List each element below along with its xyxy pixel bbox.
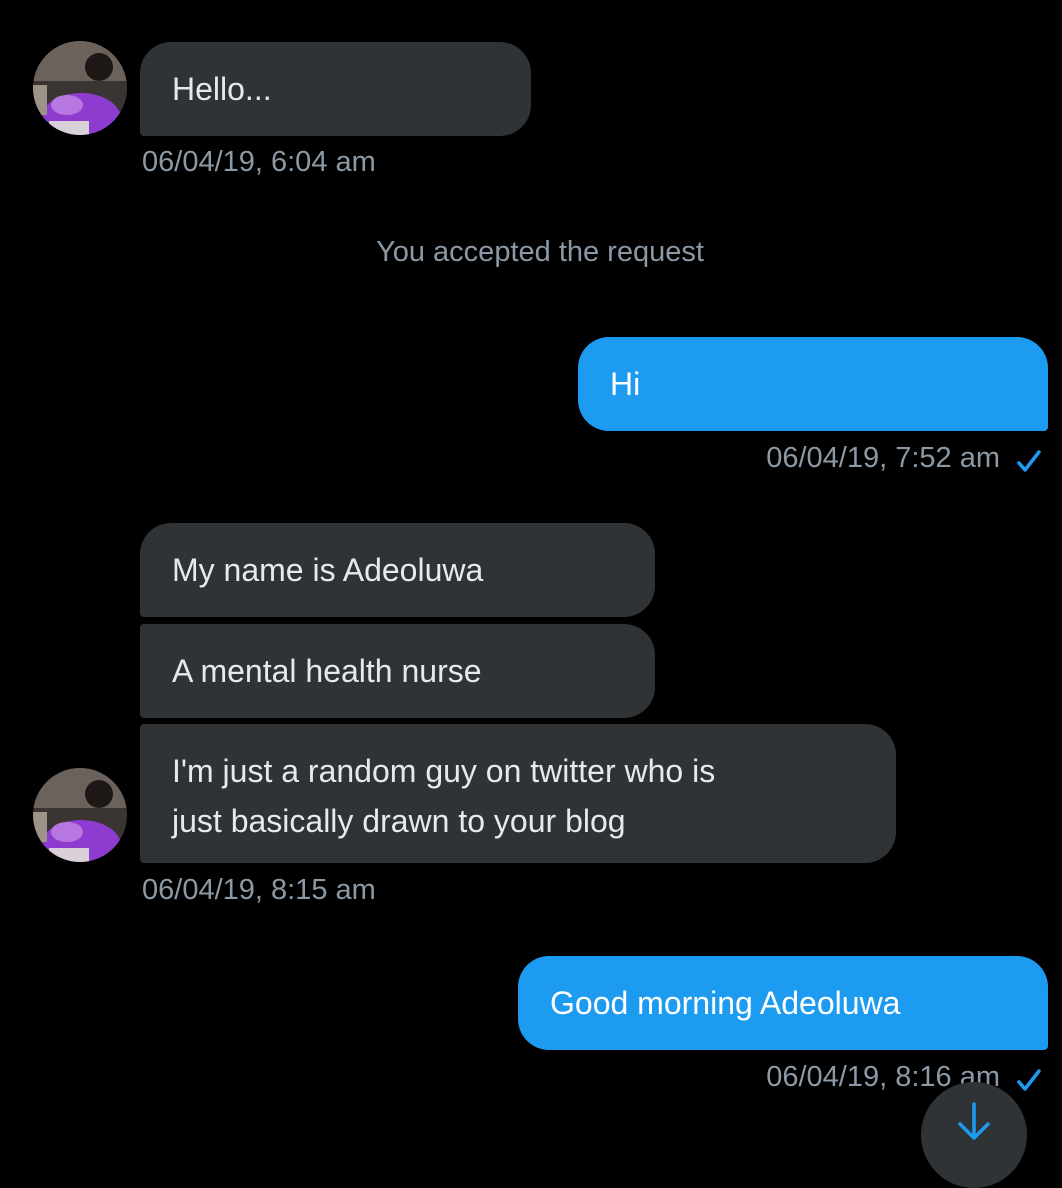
scroll-to-bottom-button[interactable] [921, 1082, 1027, 1188]
check-icon [1017, 1069, 1041, 1091]
arrow-down-icon [958, 1102, 990, 1140]
avatar[interactable] [33, 768, 127, 862]
message-bubble[interactable]: I'm just a random guy on twitter who is … [140, 724, 896, 863]
avatar[interactable] [33, 41, 127, 135]
conversation: Hello... 06/04/19, 6:04 am You accepted … [0, 0, 1062, 1188]
message-bubble[interactable]: Good morning Adeoluwa [518, 956, 1048, 1050]
message-bubble[interactable]: Hi [578, 337, 1048, 431]
check-icon [1017, 450, 1041, 472]
avatar-image [33, 768, 127, 862]
message-text: Hi [610, 366, 641, 402]
message-text: Good morning Adeoluwa [550, 985, 901, 1021]
system-message: You accepted the request [376, 236, 704, 268]
message-text: I'm just a random guy on twitter who is … [172, 753, 716, 839]
message-bubble[interactable]: A mental health nurse [140, 624, 655, 718]
message-bubble[interactable]: Hello... [140, 42, 531, 136]
message-timestamp: 06/04/19, 6:04 am [142, 146, 376, 178]
avatar-image [33, 41, 127, 135]
message-text: Hello... [172, 71, 272, 107]
message-timestamp: 06/04/19, 7:52 am [766, 442, 1000, 474]
message-text: My name is Adeoluwa [172, 552, 484, 588]
message-bubble[interactable]: My name is Adeoluwa [140, 523, 655, 617]
message-timestamp: 06/04/19, 8:15 am [142, 874, 376, 906]
message-text: A mental health nurse [172, 653, 482, 689]
